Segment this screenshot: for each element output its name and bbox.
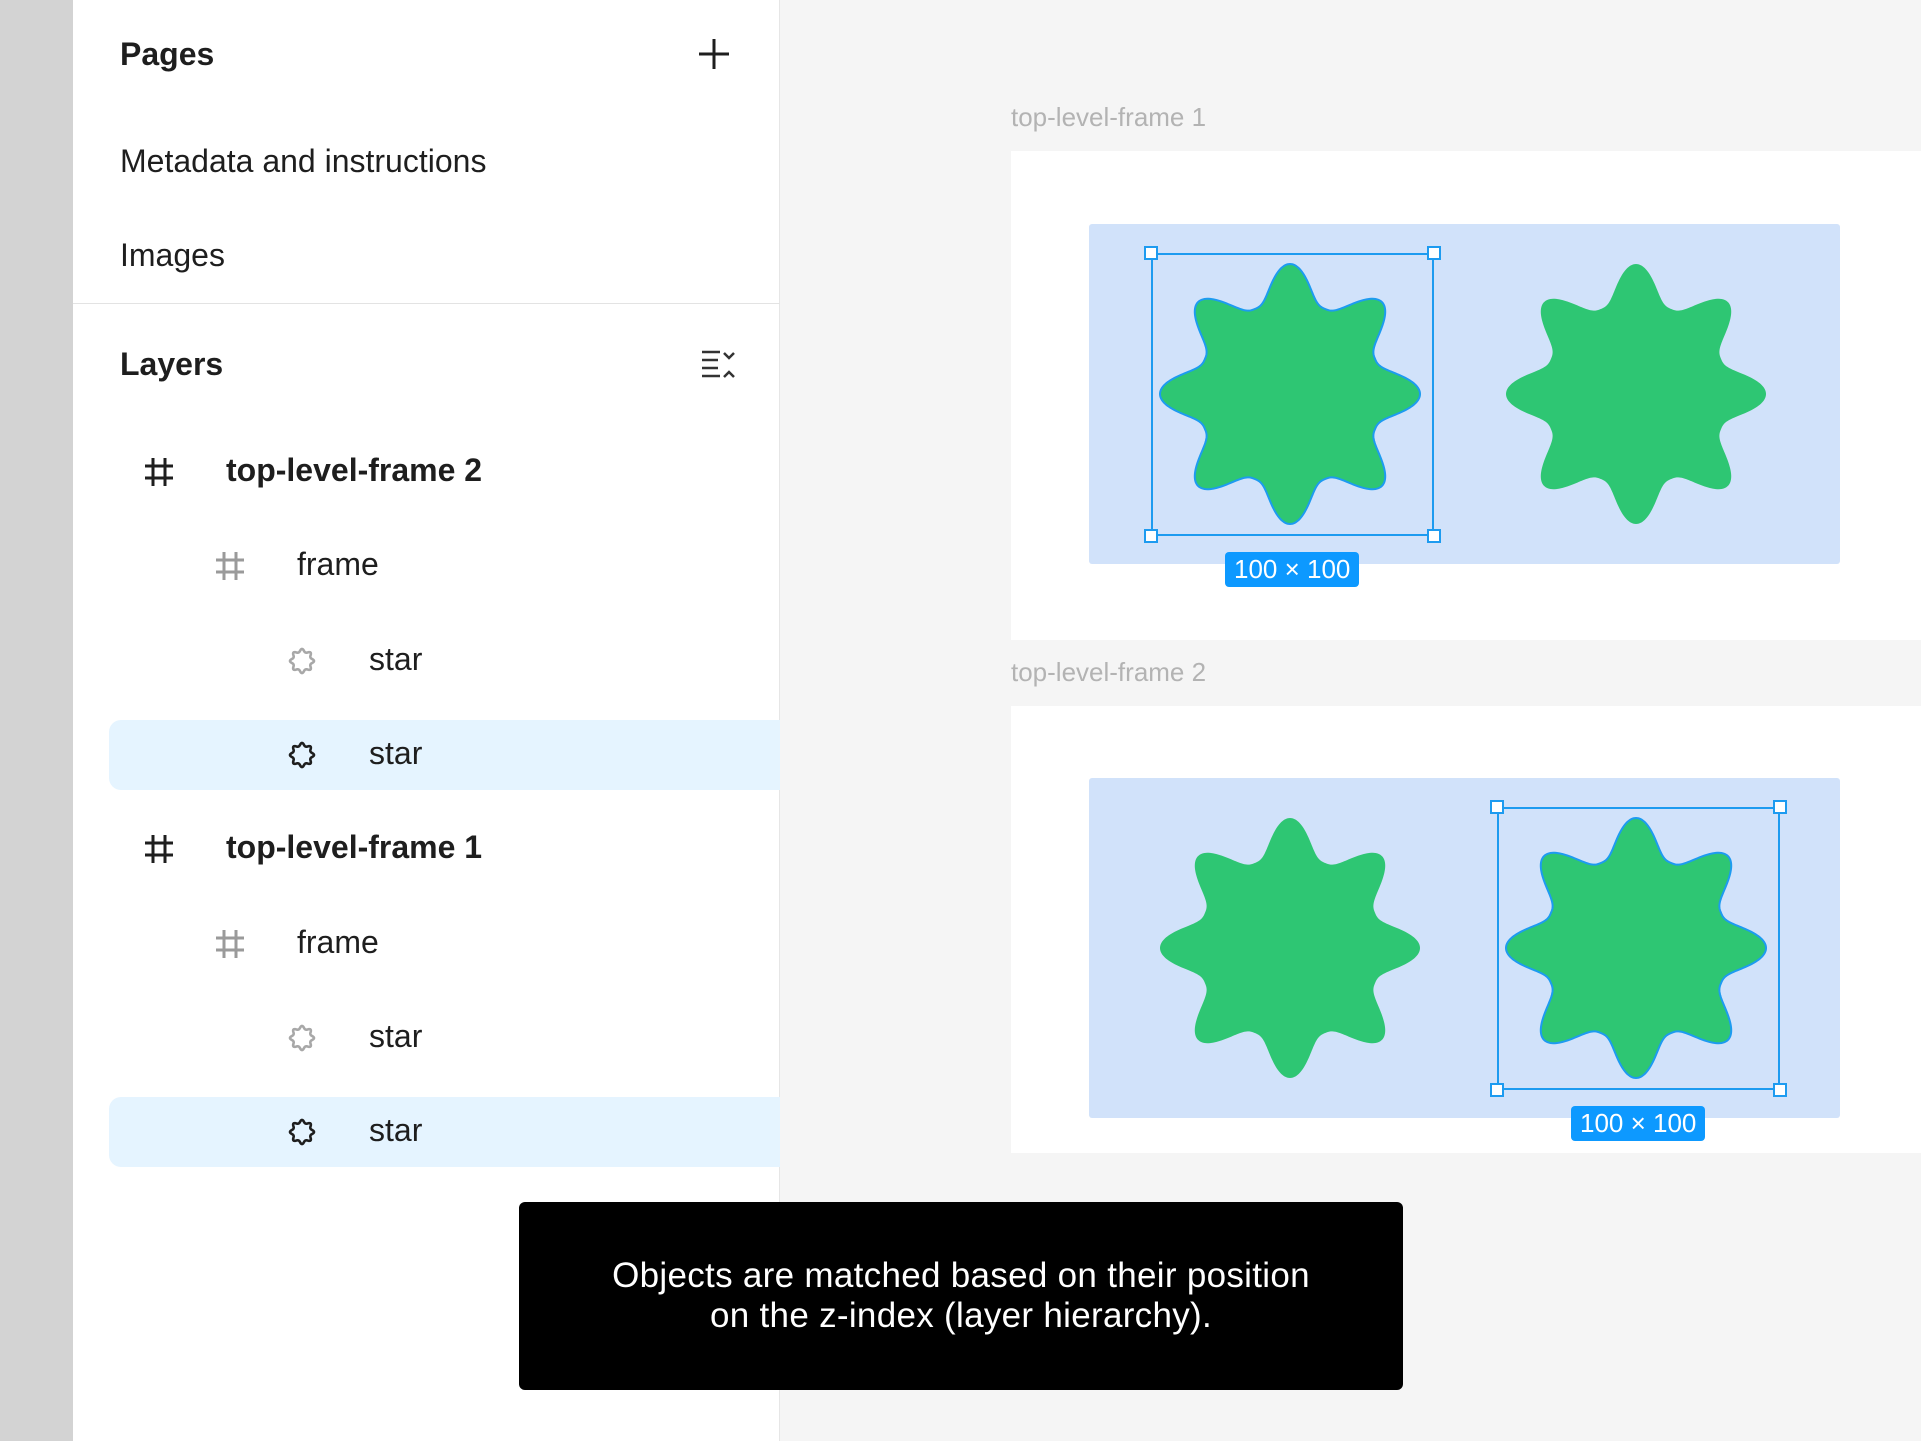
pages-layers-divider: [73, 303, 780, 304]
caption-box: Objects are matched based on their posit…: [519, 1202, 1403, 1390]
inner-frame[interactable]: 100 × 100: [1089, 224, 1840, 587]
caption-line-1: Objects are matched based on their posit…: [612, 1255, 1310, 1295]
layer-label: frame: [297, 546, 379, 582]
resize-handle[interactable]: [1427, 246, 1441, 260]
collapse-layers-icon[interactable]: [700, 347, 740, 383]
star-layer-icon: [284, 1114, 320, 1150]
layer-label: frame: [297, 924, 379, 960]
frame-hash-icon: [141, 454, 177, 490]
resize-handle[interactable]: [1490, 800, 1504, 814]
page-item-metadata[interactable]: Metadata and instructions: [120, 143, 486, 180]
layer-row[interactable]: star: [109, 1097, 780, 1167]
layer-row[interactable]: top-level-frame 2: [109, 437, 780, 507]
inner-frame[interactable]: 100 × 100: [1089, 778, 1840, 1141]
selection-box[interactable]: [1144, 246, 1441, 543]
dimension-badge: 100 × 100: [1571, 1106, 1706, 1141]
page-item-images[interactable]: Images: [120, 237, 225, 274]
frame-hash-icon: [212, 548, 248, 584]
layer-label: star: [369, 1018, 423, 1054]
layer-label: star: [369, 641, 423, 677]
frame-hash-icon: [212, 926, 248, 962]
top-level-frame-1[interactable]: 100 × 100: [1011, 151, 1921, 640]
left-edge-strip: [0, 0, 73, 1441]
resize-handle[interactable]: [1144, 529, 1158, 543]
layer-label: top-level-frame 2: [226, 452, 483, 488]
star-layer-icon: [284, 643, 320, 679]
selection-box[interactable]: [1490, 800, 1787, 1097]
layer-row[interactable]: star: [109, 720, 780, 790]
resize-handle[interactable]: [1490, 1083, 1504, 1097]
layer-label: top-level-frame 1: [226, 829, 483, 865]
star-shape[interactable]: [1159, 817, 1421, 1079]
layer-row[interactable]: top-level-frame 1: [109, 814, 780, 884]
layer-row[interactable]: frame: [109, 909, 780, 979]
frame-hash-icon: [141, 831, 177, 867]
layer-row[interactable]: star: [109, 626, 780, 696]
layer-label: star: [369, 1112, 423, 1148]
caption-line-2: on the z-index (layer hierarchy).: [709, 1296, 1213, 1335]
resize-handle[interactable]: [1144, 246, 1158, 260]
layer-row[interactable]: frame: [109, 531, 780, 601]
resize-handle[interactable]: [1773, 1083, 1787, 1097]
layers-title: Layers: [120, 346, 224, 382]
frame-title-2[interactable]: top-level-frame 2: [1011, 657, 1206, 688]
resize-handle[interactable]: [1773, 800, 1787, 814]
layer-label: star: [369, 735, 423, 771]
dimension-badge: 100 × 100: [1225, 552, 1360, 587]
frame-title-1[interactable]: top-level-frame 1: [1011, 102, 1206, 133]
pages-title: Pages: [120, 36, 215, 72]
add-page-icon[interactable]: [696, 36, 732, 72]
top-level-frame-2[interactable]: 100 × 100: [1011, 706, 1921, 1153]
layer-row[interactable]: star: [109, 1003, 780, 1073]
star-layer-icon: [284, 737, 320, 773]
resize-handle[interactable]: [1427, 529, 1441, 543]
star-shape[interactable]: [1505, 263, 1767, 525]
star-layer-icon: [284, 1020, 320, 1056]
